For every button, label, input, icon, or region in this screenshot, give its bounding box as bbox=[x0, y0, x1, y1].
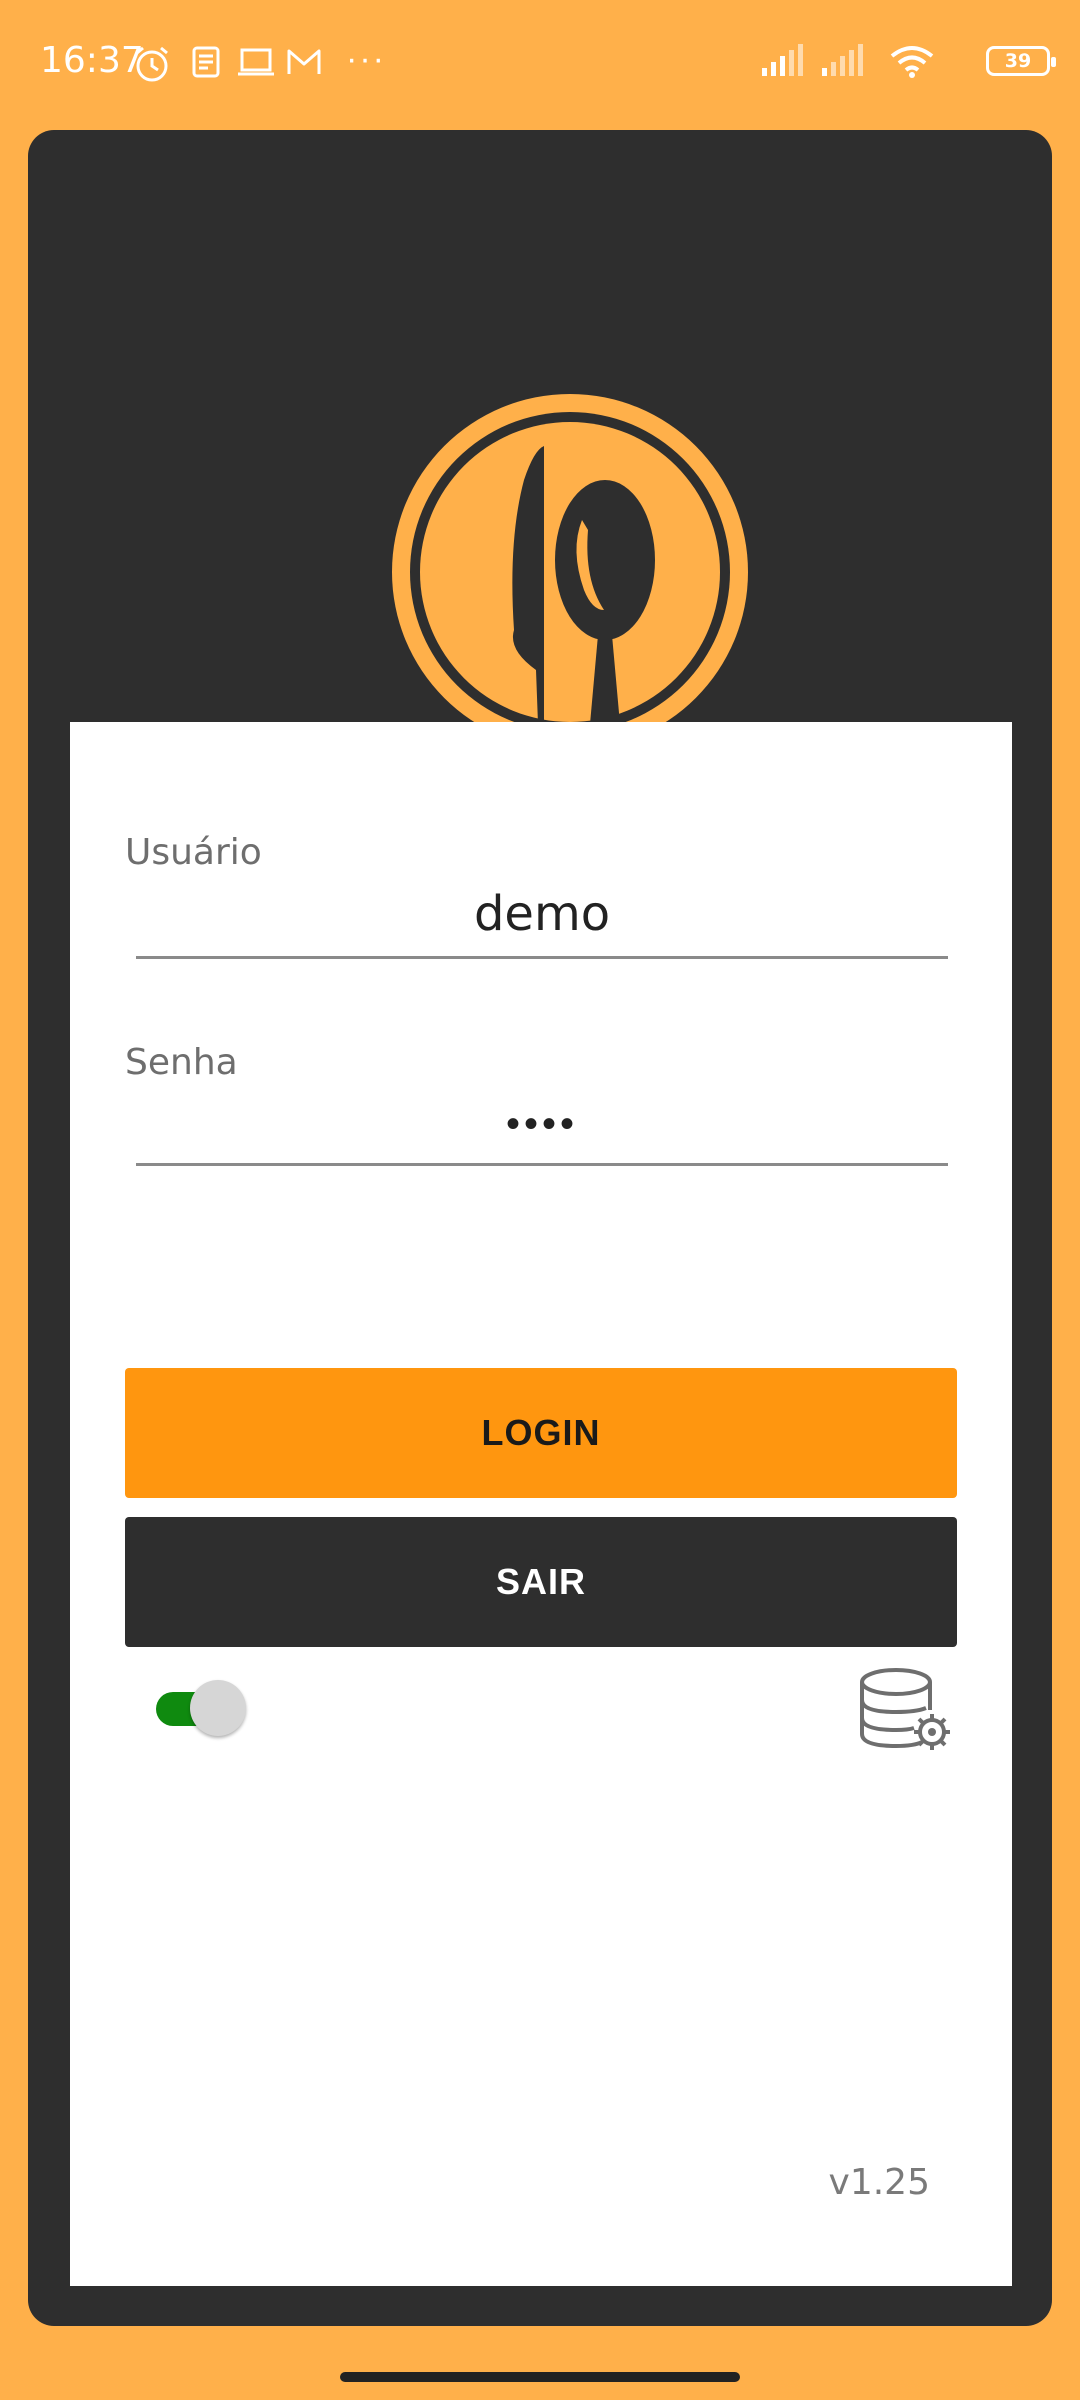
signal-icon bbox=[822, 44, 863, 76]
status-bar: 16:37 ··· 39 bbox=[0, 0, 1080, 130]
more-notifications-indicator: ··· bbox=[346, 40, 386, 78]
login-button[interactable]: LOGIN bbox=[125, 1368, 957, 1498]
login-form: Usuário Senha •••• LOGIN SAIR v1.25 bbox=[70, 722, 1012, 2286]
battery-icon: 39 bbox=[986, 46, 1056, 76]
remember-toggle[interactable] bbox=[156, 1680, 248, 1736]
home-gesture-bar[interactable] bbox=[340, 2372, 740, 2382]
battery-nub bbox=[1051, 57, 1056, 67]
username-input[interactable] bbox=[136, 872, 948, 959]
laptop-icon bbox=[238, 48, 274, 76]
login-card: Usuário Senha •••• LOGIN SAIR v1.25 bbox=[28, 130, 1052, 2326]
database-settings-icon[interactable] bbox=[856, 1664, 952, 1760]
exit-button[interactable]: SAIR bbox=[125, 1517, 957, 1647]
password-label: Senha bbox=[125, 1042, 238, 1083]
wifi-icon bbox=[890, 46, 934, 78]
toggle-knob bbox=[190, 1680, 246, 1736]
battery-level: 39 bbox=[1004, 50, 1032, 72]
status-time: 16:37 bbox=[40, 40, 144, 81]
user-label: Usuário bbox=[125, 832, 262, 873]
app-version: v1.25 bbox=[828, 2162, 930, 2203]
system-icons: 39 bbox=[760, 44, 1056, 84]
gmail-icon bbox=[287, 49, 321, 74]
signal-icon bbox=[762, 44, 803, 76]
password-input[interactable]: •••• bbox=[136, 1082, 948, 1166]
news-icon bbox=[192, 46, 220, 78]
alarm-icon bbox=[136, 46, 168, 82]
